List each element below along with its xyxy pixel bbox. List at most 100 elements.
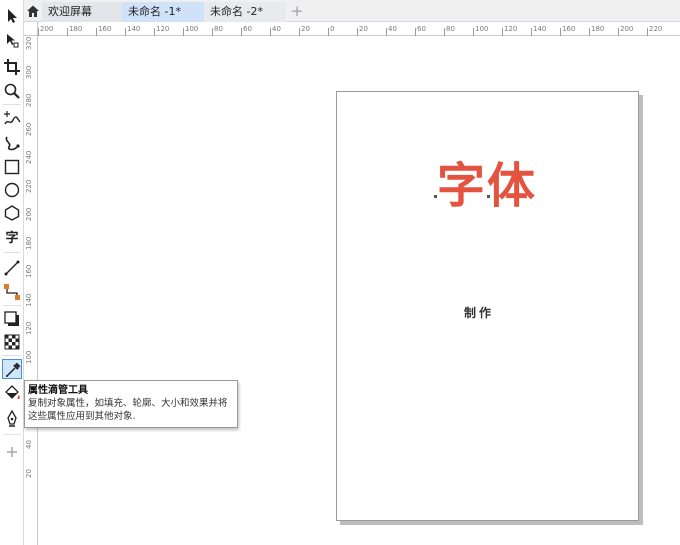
document-page[interactable]: 字体 制作 — [336, 91, 639, 521]
ruler-tick-label: 240 — [25, 150, 33, 164]
polygon-icon — [4, 205, 20, 221]
ruler-tick-label: 120 — [25, 321, 33, 335]
ruler-tick-mark — [357, 28, 358, 36]
ruler-tick-label: 100 — [475, 25, 489, 33]
ruler-tick-label: 0 — [330, 25, 335, 33]
arrow-pointer-icon — [8, 9, 17, 23]
ruler-tick-label: 140 — [127, 25, 141, 33]
magnifier-icon — [4, 83, 20, 99]
smart-fill-tool[interactable] — [2, 409, 22, 429]
crop-tool[interactable] — [2, 57, 22, 77]
subtitle-text[interactable]: 制作 — [464, 304, 494, 321]
text-node-handle[interactable] — [487, 195, 490, 198]
ruler-tick-label: 200 — [25, 207, 33, 221]
ruler-tick-label: 160 — [562, 25, 576, 33]
ruler-tick-mark — [212, 28, 213, 36]
shadow-icon — [4, 311, 19, 326]
tab-welcome-screen[interactable]: 欢迎屏幕 — [42, 2, 122, 22]
ruler-tick-label: 40 — [25, 440, 33, 449]
text-node-handle[interactable] — [434, 195, 437, 198]
drop-shadow-tool[interactable] — [2, 309, 22, 329]
plus-icon — [7, 447, 17, 457]
ruler-tick-mark — [125, 28, 126, 36]
tab-untitled-1[interactable]: 未命名 -1* — [122, 2, 204, 22]
home-icon[interactable] — [24, 3, 42, 19]
headline-text[interactable]: 字体 — [437, 146, 537, 216]
shape-tool[interactable] — [2, 30, 22, 50]
ruler-tick-label: 140 — [533, 25, 547, 33]
ruler-tick-label: 40 — [388, 25, 397, 33]
ruler-tick-mark — [183, 28, 184, 36]
parallel-dimension-tool[interactable] — [2, 258, 22, 278]
tooltip-description-line-2: 这些属性应用到其他对象. — [28, 411, 136, 422]
ruler-tick-label: 200 — [40, 25, 54, 33]
attributes-eyedropper-tool[interactable] — [2, 359, 22, 379]
ruler-tick-mark — [386, 28, 387, 36]
ruler-tick-label: 100 — [185, 25, 199, 33]
vertical-ruler[interactable]: 3203002802602402202001801601401201008060… — [24, 36, 38, 545]
ruler-tick-mark — [67, 28, 68, 36]
rectangle-tool[interactable] — [2, 157, 22, 177]
ruler-tick-label: 120 — [156, 25, 170, 33]
tooltip-title: 属性滴管工具 — [28, 385, 88, 396]
eyedropper-icon — [6, 362, 21, 377]
ellipse-tool[interactable] — [2, 180, 22, 200]
text-tool[interactable]: 字 — [2, 229, 22, 249]
fill-bucket-icon — [5, 385, 20, 399]
checker-icon — [4, 334, 20, 350]
ruler-tick-mark — [473, 28, 474, 36]
connector-icon — [4, 284, 20, 300]
ruler-tick-label: 160 — [98, 25, 112, 33]
ruler-tick-mark — [154, 28, 155, 36]
ruler-tick-mark — [531, 28, 532, 36]
ruler-tick-label: 20 — [301, 25, 310, 33]
ruler-tick-label: 80 — [214, 25, 223, 33]
artistic-media-tool[interactable] — [2, 133, 22, 153]
zoom-tool[interactable] — [2, 81, 22, 101]
interactive-fill-tool[interactable] — [2, 383, 22, 403]
toolbox: 字 — [0, 0, 24, 545]
new-document-tab-button[interactable]: + — [289, 3, 305, 19]
ellipse-icon — [4, 182, 20, 198]
freehand-tool[interactable] — [2, 108, 22, 128]
dimension-icon — [4, 260, 20, 276]
drawing-canvas[interactable]: 字体 制作 — [39, 37, 680, 545]
tool-tooltip: 属性滴管工具 复制对象属性，如填充、轮廓、大小和效果并将 这些属性应用到其他对象… — [24, 380, 238, 428]
ruler-tick-label: 180 — [25, 236, 33, 250]
ruler-tick-label: 20 — [25, 468, 33, 478]
ruler-tick-label: 80 — [446, 25, 455, 33]
ruler-tick-label: 140 — [25, 293, 33, 307]
ruler-tick-label: 120 — [504, 25, 518, 33]
ruler-tick-label: 320 — [25, 36, 33, 50]
ruler-tick-label: 60 — [243, 25, 252, 33]
ruler-tick-mark — [618, 28, 619, 36]
ruler-tick-label: 100 — [25, 350, 33, 364]
horizontal-ruler[interactable]: 200 180 160 140 120 100 80 60 40 20 0 20 40 60 80 100 12… — [38, 22, 680, 36]
add-tool-button[interactable] — [2, 442, 22, 462]
ruler-tick-label: 60 — [417, 25, 426, 33]
ruler-origin-corner[interactable] — [24, 22, 38, 36]
ruler-tick-label: 280 — [25, 93, 33, 107]
ruler-tick-label: 260 — [25, 122, 33, 136]
ruler-tick-label: 40 — [272, 25, 281, 33]
crop-icon — [4, 59, 20, 75]
ruler-tick-label: 20 — [359, 25, 368, 33]
shape-node-icon — [7, 34, 19, 48]
transparency-tool[interactable] — [2, 332, 22, 352]
polygon-tool[interactable] — [2, 203, 22, 223]
ruler-tick-mark — [96, 28, 97, 36]
ruler-tick-mark — [241, 28, 242, 36]
ruler-tick-mark — [560, 28, 561, 36]
ruler-tick-label: 220 — [649, 25, 663, 33]
ruler-tick-mark — [299, 28, 300, 36]
ruler-tick-mark — [589, 28, 590, 36]
pick-tool[interactable] — [2, 6, 22, 26]
freehand-icon — [4, 111, 21, 125]
coreldraw-window: 欢迎屏幕 未命名 -1* 未命名 -2* + 200 180 160 140 120 10… — [0, 0, 680, 545]
ruler-tick-mark — [444, 28, 445, 36]
connector-tool[interactable] — [2, 282, 22, 302]
tab-untitled-2[interactable]: 未命名 -2* — [204, 2, 286, 22]
document-tab-bar: 欢迎屏幕 未命名 -1* 未命名 -2* + — [0, 0, 680, 22]
ruler-tick-mark — [38, 28, 39, 36]
ruler-tick-mark — [270, 28, 271, 36]
